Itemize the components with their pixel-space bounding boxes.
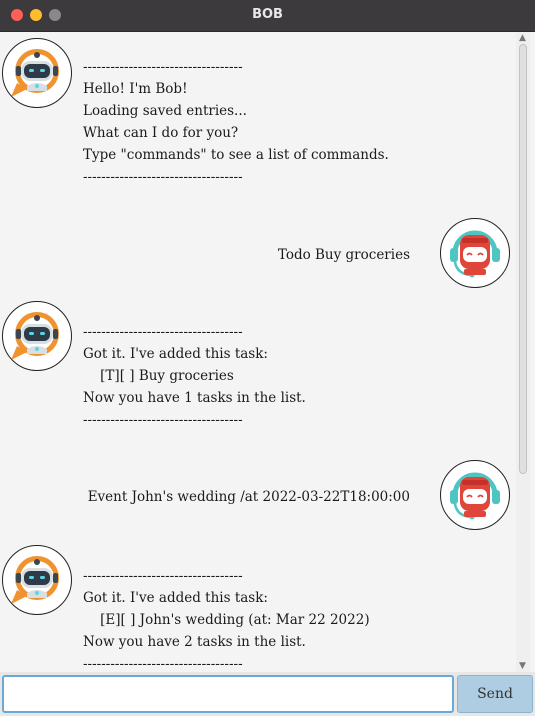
bob-message-text: ----------------------------------- Got … bbox=[83, 568, 370, 672]
scroll-down-arrow-icon[interactable]: ▼ bbox=[519, 661, 526, 671]
title-bar: BOB bbox=[0, 0, 535, 32]
bob-robot-avatar-icon bbox=[2, 545, 72, 615]
window-title: BOB bbox=[252, 7, 283, 22]
user-message-text: Todo Buy groceries bbox=[277, 247, 410, 263]
user-robot-avatar-icon bbox=[440, 460, 510, 530]
user-message: Todo Buy groceries bbox=[0, 32, 516, 302]
app-window: BOB ----------------------------------- … bbox=[0, 0, 535, 716]
scroll-up-arrow-icon[interactable]: ▲ bbox=[519, 33, 526, 43]
user-message: Event John's wedding /at 2022-03-22T18:0… bbox=[0, 274, 516, 544]
chat-vertical-scrollbar[interactable]: ▲ ▼ bbox=[516, 32, 530, 672]
user-message-text: Event John's wedding /at 2022-03-22T18:0… bbox=[87, 489, 410, 505]
input-bar: Send bbox=[0, 672, 535, 716]
bob-message: ----------------------------------- Got … bbox=[0, 539, 516, 672]
scrollbar-thumb[interactable] bbox=[519, 44, 527, 474]
send-button[interactable]: Send bbox=[457, 675, 533, 713]
message-input[interactable] bbox=[2, 675, 454, 713]
chat-scroll-pane[interactable]: ----------------------------------- Hell… bbox=[0, 32, 516, 672]
